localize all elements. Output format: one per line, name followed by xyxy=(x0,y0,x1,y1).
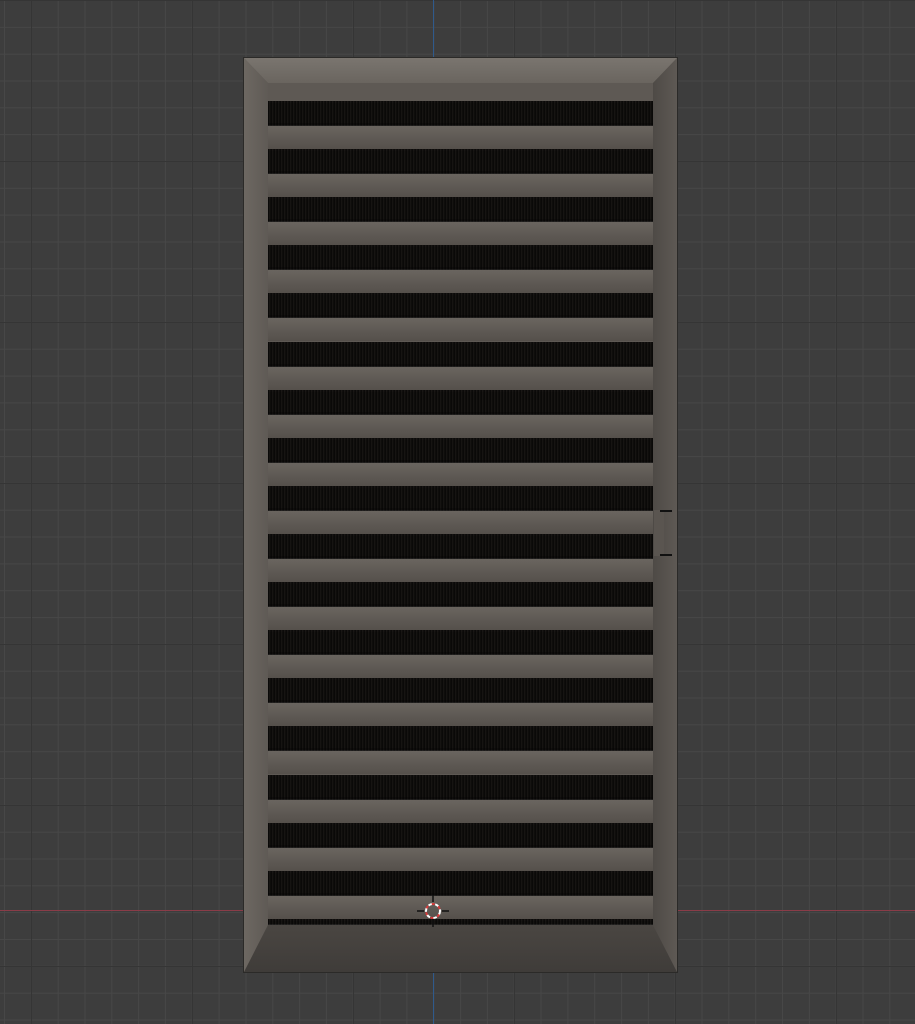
louvre-rail xyxy=(268,126,653,149)
louvre-rail xyxy=(268,751,653,774)
louvre-rail xyxy=(268,607,653,630)
louvre-slat xyxy=(268,438,653,463)
louvre-rail xyxy=(268,463,653,486)
louvre-slat xyxy=(268,823,653,848)
louvre-rail xyxy=(268,367,653,390)
handle-marker-bottom xyxy=(660,554,672,556)
louvre-slat xyxy=(268,582,653,607)
door-handle xyxy=(654,510,664,556)
louvre-slat xyxy=(268,534,653,559)
door-frame-top xyxy=(244,58,677,83)
louvre-rail xyxy=(268,896,653,919)
viewport[interactable] xyxy=(0,0,915,1024)
louvre-slat xyxy=(268,871,653,896)
louvre-rail xyxy=(268,655,653,678)
louvre-slat xyxy=(268,486,653,511)
louvre-slat xyxy=(268,775,653,800)
louvre-rail xyxy=(268,222,653,245)
louvre-slat xyxy=(268,293,653,318)
louvre-slat xyxy=(268,197,653,222)
louvre-rail xyxy=(268,848,653,871)
door-frame-bottom xyxy=(244,925,677,972)
louvre-rail xyxy=(268,511,653,534)
louvre-slat xyxy=(268,678,653,703)
louvre-slat xyxy=(268,726,653,751)
door-object[interactable] xyxy=(244,58,677,972)
louvre-rail xyxy=(268,703,653,726)
louvre-slat xyxy=(268,342,653,367)
louvre-rail xyxy=(268,270,653,293)
handle-marker-top xyxy=(660,510,672,512)
louvre-rail xyxy=(268,318,653,341)
louvre-rail xyxy=(268,415,653,438)
louvre-slat xyxy=(268,630,653,655)
louvre-slat xyxy=(268,149,653,174)
louvre-rail xyxy=(268,174,653,197)
louvre-slat xyxy=(268,390,653,415)
louvre-rail xyxy=(268,800,653,823)
door-panel xyxy=(268,83,653,925)
louvre-slat xyxy=(268,101,653,126)
door-frame-left xyxy=(244,58,268,972)
louvre-slat xyxy=(268,919,653,925)
louvre-rail xyxy=(268,559,653,582)
3d-cursor-icon[interactable] xyxy=(417,895,449,927)
louvre-slat xyxy=(268,245,653,270)
